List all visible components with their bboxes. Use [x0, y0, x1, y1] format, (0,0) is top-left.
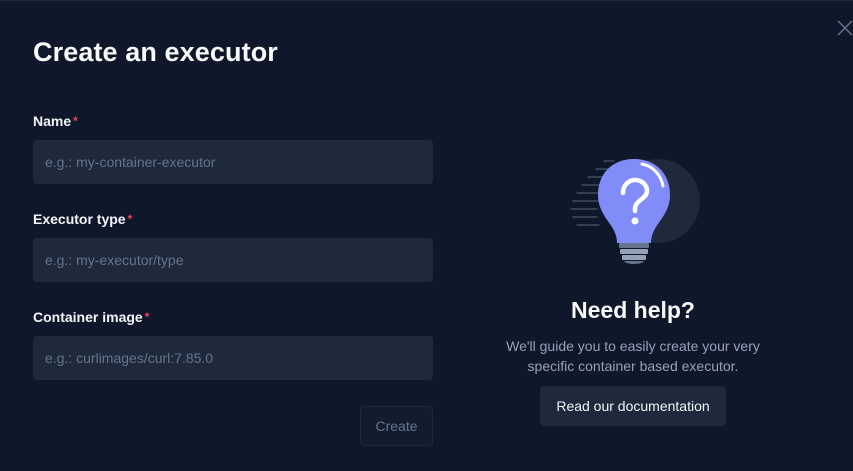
modal-title: Create an executor — [33, 37, 278, 67]
name-input[interactable] — [33, 140, 433, 184]
help-title: Need help? — [571, 297, 695, 323]
create-executor-modal: Create an executor Name* Executor type* … — [0, 0, 853, 471]
name-label: Name * — [33, 113, 78, 129]
required-marker: * — [73, 114, 78, 128]
container-image-label-text: Container image — [33, 309, 143, 325]
executor-type-label-text: Executor type — [33, 211, 126, 227]
close-icon[interactable] — [836, 19, 853, 37]
executor-type-label: Executor type * — [33, 211, 132, 227]
executor-type-input[interactable] — [33, 238, 433, 282]
read-documentation-button[interactable]: Read our documentation — [540, 386, 726, 426]
help-text: We'll guide you to easily create your ve… — [506, 338, 760, 374]
lightbulb-question-icon — [568, 155, 703, 272]
required-marker: * — [127, 212, 133, 226]
name-label-text: Name — [33, 113, 72, 129]
create-button[interactable]: Create — [360, 406, 433, 446]
required-marker: * — [144, 310, 150, 324]
container-image-label: Container image * — [33, 309, 149, 325]
container-image-input[interactable] — [33, 336, 433, 380]
